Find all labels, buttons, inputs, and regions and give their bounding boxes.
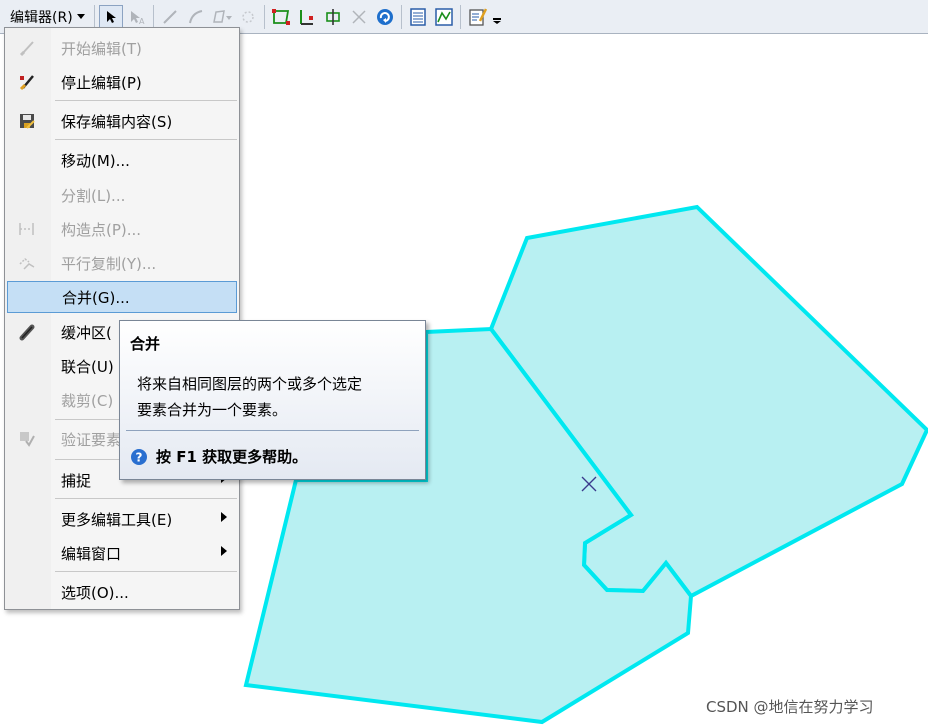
- rotate-icon[interactable]: [373, 5, 397, 29]
- copy-parallel-icon: [7, 254, 47, 272]
- editor-menu-button[interactable]: 编辑器(R): [4, 4, 91, 30]
- tooltip-body-line: 要素合并为一个要素。: [137, 401, 288, 419]
- toolbar-separator: [93, 4, 95, 29]
- editor-menu-label: 编辑器(R): [10, 9, 73, 26]
- save-edits-icon: [7, 112, 47, 130]
- menu-item-merge[interactable]: 合并(G)...: [7, 281, 237, 313]
- menu-separator: [55, 100, 237, 101]
- menu-separator: [55, 571, 237, 572]
- submenu-arrow-icon: [221, 512, 227, 522]
- edit-annotation-tool-icon[interactable]: A: [125, 5, 149, 29]
- menu-item-move[interactable]: 移动(M)...: [7, 144, 237, 176]
- attributes-icon[interactable]: [406, 5, 430, 29]
- construct-points-icon: [7, 220, 47, 238]
- end-point-arc-icon[interactable]: [184, 5, 208, 29]
- toolbar-separator: [400, 4, 402, 29]
- menu-item-more-editing-tools[interactable]: 更多编辑工具(E): [7, 503, 237, 535]
- menu-item-stop-editing[interactable]: 停止编辑(P): [7, 66, 237, 98]
- toolbar-overflow-icon[interactable]: [491, 5, 503, 29]
- svg-text:?: ?: [136, 450, 143, 464]
- menu-item-construct-points[interactable]: 构造点(P)...: [7, 213, 237, 245]
- merge-tooltip: 合并 将来自相同图层的两个或多个选定 要素合并为一个要素。 ? 按 F1 获取更…: [119, 320, 426, 480]
- svg-text:A: A: [139, 17, 145, 25]
- toolbar-separator: [459, 4, 461, 29]
- toolbar-separator: [263, 4, 265, 29]
- menu-item-options[interactable]: 选项(O)...: [7, 576, 237, 608]
- editor-dropdown-menu: 开始编辑(T) 停止编辑(P) 保存编辑内容(S) 移动(M)... 分割(L)…: [4, 27, 240, 610]
- toolbar-separator: [152, 4, 154, 29]
- menu-item-copy-parallel[interactable]: 平行复制(Y)...: [7, 247, 237, 279]
- tooltip-title: 合并: [130, 335, 161, 353]
- tooltip-separator: [126, 430, 419, 431]
- tooltip-body-line: 将来自相同图层的两个或多个选定: [137, 375, 363, 393]
- menu-item-editing-windows[interactable]: 编辑窗口: [7, 537, 237, 569]
- tooltip-body: 将来自相同图层的两个或多个选定 要素合并为一个要素。: [137, 371, 417, 423]
- start-editing-icon: [7, 39, 47, 57]
- submenu-arrow-icon: [221, 546, 227, 556]
- stop-editing-icon: [7, 73, 47, 91]
- menu-item-start-editing[interactable]: 开始编辑(T): [7, 32, 237, 64]
- topology-edit-icon[interactable]: [269, 5, 293, 29]
- construction-tools-icon[interactable]: [210, 5, 234, 29]
- menu-item-save-edits[interactable]: 保存编辑内容(S): [7, 105, 237, 137]
- edit-tool-icon[interactable]: [98, 4, 123, 29]
- reshape-feature-icon[interactable]: [236, 5, 260, 29]
- help-icon: ?: [131, 448, 147, 465]
- menu-separator: [55, 139, 237, 140]
- straight-segment-icon[interactable]: [158, 5, 182, 29]
- sketch-properties-icon[interactable]: [432, 5, 456, 29]
- validate-features-icon: [7, 430, 47, 448]
- modify-edge-icon[interactable]: [295, 5, 319, 29]
- watermark: CSDN @地信在努力学习: [706, 698, 874, 716]
- tooltip-help: ? 按 F1 获取更多帮助。: [130, 446, 307, 467]
- buffer-icon: [7, 323, 47, 341]
- tooltip-help-text: 按 F1 获取更多帮助。: [156, 448, 308, 466]
- editor-window-icon[interactable]: [465, 5, 489, 29]
- menu-item-split[interactable]: 分割(L)...: [7, 179, 237, 211]
- cut-polygons-icon[interactable]: [347, 5, 371, 29]
- edit-vertices-icon[interactable]: [321, 5, 345, 29]
- dropdown-arrow-icon: [76, 13, 85, 19]
- menu-separator: [55, 498, 237, 499]
